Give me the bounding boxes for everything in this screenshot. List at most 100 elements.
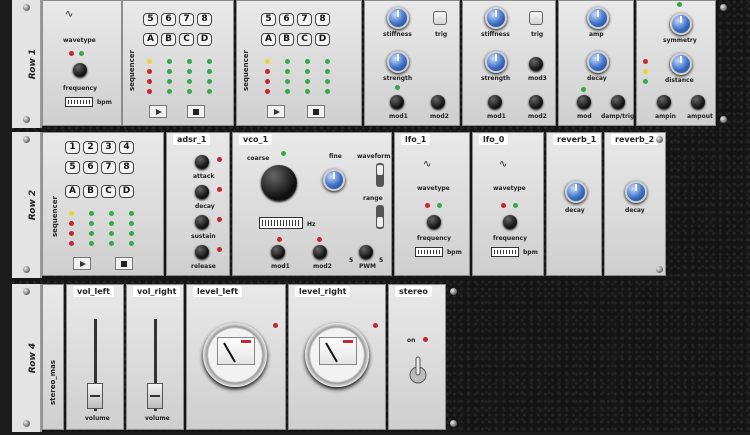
pwm-max-label: 5 xyxy=(379,257,384,264)
amp-knob[interactable] xyxy=(587,7,609,29)
strength-knob[interactable] xyxy=(387,51,409,73)
frequency-knob[interactable] xyxy=(503,215,517,229)
mod2-knob[interactable] xyxy=(529,95,543,109)
step-led xyxy=(207,79,212,84)
step-led xyxy=(89,221,94,226)
ampin-knob[interactable] xyxy=(657,95,671,109)
mod3-knob[interactable] xyxy=(529,57,543,71)
mod2-knob[interactable] xyxy=(431,95,445,109)
stiffness-knob[interactable] xyxy=(485,7,507,29)
step-key[interactable]: C xyxy=(179,33,194,46)
play-button[interactable] xyxy=(149,105,167,118)
screw-icon xyxy=(720,116,727,123)
step-led xyxy=(89,211,94,216)
status-led xyxy=(643,79,648,84)
step-led xyxy=(89,231,94,236)
symmetry-knob[interactable] xyxy=(670,13,692,35)
step-key[interactable]: 5 xyxy=(261,13,276,26)
decay-knob[interactable] xyxy=(625,181,647,203)
strength-knob[interactable] xyxy=(485,51,507,73)
trig-button[interactable] xyxy=(529,11,543,25)
frequency-knob[interactable] xyxy=(427,215,441,229)
mod1-knob[interactable] xyxy=(488,95,502,109)
toggle-switch-icon xyxy=(409,356,427,384)
step-key[interactable]: D xyxy=(315,33,330,46)
play-button[interactable] xyxy=(267,105,285,118)
step-key[interactable]: B xyxy=(161,33,176,46)
step-key[interactable]: 6 xyxy=(83,161,98,174)
frequency-knob[interactable] xyxy=(73,63,87,77)
step-led xyxy=(265,89,270,94)
mod1-knob[interactable] xyxy=(271,245,285,259)
vu-meter xyxy=(305,323,369,387)
stop-button[interactable] xyxy=(307,105,325,118)
step-key[interactable]: C xyxy=(101,185,116,198)
step-key[interactable]: 6 xyxy=(279,13,294,26)
decay-knob[interactable] xyxy=(587,51,609,73)
play-button[interactable] xyxy=(73,257,91,270)
step-key[interactable]: A xyxy=(65,185,80,198)
trig-label: trig xyxy=(531,31,544,38)
volume-fader[interactable] xyxy=(147,383,163,409)
row1-output: symmetry distance ampin ampout xyxy=(636,0,716,126)
range-switch[interactable] xyxy=(371,205,389,229)
trig-button[interactable] xyxy=(433,11,447,25)
sustain-knob[interactable] xyxy=(195,215,209,229)
mod1-knob[interactable] xyxy=(390,95,404,109)
mod2-knob[interactable] xyxy=(313,245,327,259)
stereo-toggle[interactable] xyxy=(409,355,427,384)
symmetry-label: symmetry xyxy=(663,37,697,44)
step-key[interactable]: 5 xyxy=(65,161,80,174)
step-key[interactable]: 2 xyxy=(83,141,98,154)
strength-label: strength xyxy=(383,75,413,82)
screw-icon xyxy=(656,266,663,273)
strength-label: strength xyxy=(481,75,511,82)
ampin-label: ampin xyxy=(655,113,676,120)
decay-knob[interactable] xyxy=(565,181,587,203)
row-4-band: Row 4 xyxy=(12,284,42,432)
screw-icon xyxy=(23,136,30,143)
step-key[interactable]: D xyxy=(197,33,212,46)
frequency-label: frequency xyxy=(417,235,452,242)
ampout-knob[interactable] xyxy=(691,95,705,109)
volume-fader[interactable] xyxy=(87,383,103,409)
module-title: reverb_1 xyxy=(553,134,601,145)
mod-knob[interactable] xyxy=(577,95,591,109)
step-key[interactable]: 3 xyxy=(101,141,116,154)
step-key[interactable]: A xyxy=(143,33,158,46)
stop-button[interactable] xyxy=(187,105,205,118)
step-key[interactable]: 5 xyxy=(143,13,158,26)
stop-button[interactable] xyxy=(115,257,133,270)
step-key[interactable]: D xyxy=(119,185,134,198)
step-key[interactable]: 7 xyxy=(101,161,116,174)
status-led xyxy=(643,59,648,64)
step-key[interactable]: 8 xyxy=(119,161,134,174)
step-key[interactable]: 8 xyxy=(197,13,212,26)
step-key[interactable]: 6 xyxy=(161,13,176,26)
coarse-knob[interactable] xyxy=(261,165,297,201)
mod3-label: mod3 xyxy=(528,75,547,82)
step-led xyxy=(69,231,74,236)
status-led xyxy=(643,69,648,74)
step-key[interactable]: 1 xyxy=(65,141,80,154)
step-led xyxy=(187,79,192,84)
step-key[interactable]: 7 xyxy=(297,13,312,26)
row1-sequencer-a: sequencer 5 6 7 8 A B C D xyxy=(122,0,234,126)
attack-knob[interactable] xyxy=(195,155,209,169)
decay-knob[interactable] xyxy=(195,185,209,199)
step-key[interactable]: 7 xyxy=(179,13,194,26)
waveform-switch[interactable] xyxy=(371,163,389,187)
step-key[interactable]: A xyxy=(261,33,276,46)
step-key[interactable]: B xyxy=(83,185,98,198)
fine-knob[interactable] xyxy=(323,169,345,191)
stiffness-knob[interactable] xyxy=(387,7,409,29)
step-key[interactable]: 8 xyxy=(315,13,330,26)
damp-trig-knob[interactable] xyxy=(611,95,625,109)
step-key[interactable]: C xyxy=(297,33,312,46)
pwm-knob[interactable] xyxy=(359,245,373,259)
distance-knob[interactable] xyxy=(670,53,692,75)
row2-adsr: adsr_1 attack decay sustain release xyxy=(166,132,230,276)
step-key[interactable]: 4 xyxy=(119,141,134,154)
release-knob[interactable] xyxy=(195,245,209,259)
step-key[interactable]: B xyxy=(279,33,294,46)
